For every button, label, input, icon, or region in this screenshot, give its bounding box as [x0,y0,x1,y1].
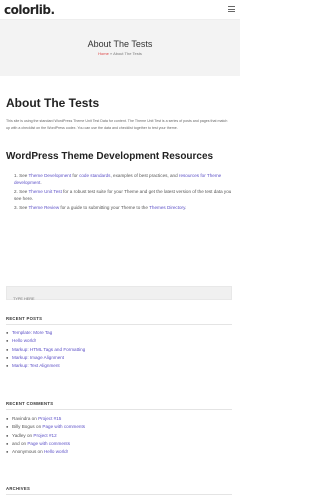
comment-post-link[interactable]: Project #15 [38,416,61,421]
list-text: . [185,205,187,210]
recent-post-link[interactable]: Hello world! [12,338,36,343]
bullet-icon: ● [6,330,9,335]
list-item: ● Template: More Tag [6,329,232,337]
list-item: 3. See Theme Review for a guide to submi… [14,204,232,211]
list-number: 2. [14,189,18,194]
list-item: ● Ravindra on Project #15 [6,415,232,423]
divider [6,494,232,495]
bullet-icon: ● [6,449,9,455]
resources-list: 1. See Theme Development for code standa… [14,172,232,213]
comment-post-link[interactable]: Page with comments [42,424,85,429]
bullet-icon: ● [6,432,9,438]
breadcrumb-home-link[interactable]: Home [98,51,109,56]
theme-review-link[interactable]: Theme Review [29,205,60,210]
search-input[interactable] [7,293,231,305]
list-item: ● Markup: HTML Tags and Formatting [6,346,232,354]
comment-connector: on [36,424,42,430]
list-text: , examples of best practices, and [110,173,179,178]
recent-post-link[interactable]: Markup: HTML Tags and Formatting [12,347,85,352]
comment-connector: on [37,449,43,455]
list-text: See [19,173,29,178]
theme-development-link[interactable]: Theme Development [29,173,72,178]
breadcrumb-current: About The Tests [113,51,142,56]
comment-connector: on [27,432,33,438]
recent-post-link[interactable]: Markup: Text Alignment [12,363,60,368]
bullet-icon: ● [6,346,9,352]
comment-author: Yadley [12,432,26,438]
comment-post-link[interactable]: Hello world! [44,449,68,454]
comment-post-link[interactable]: Page with comments [27,441,70,446]
list-item: ● Yadley on Project #12 [6,432,232,440]
bullet-icon: ● [6,338,9,344]
recent-comments-title: RECENT COMMENTS [6,401,54,406]
breadcrumb: Home » About The Tests [0,51,240,57]
list-number: 1. [14,173,18,178]
recent-post-link[interactable]: Markup: Image Alignment [12,355,64,360]
hamburger-menu-icon[interactable] [228,6,235,12]
bullet-icon: ● [6,440,9,446]
list-item: ● Markup: Image Alignment [6,354,232,362]
list-item: ● Hello world! [6,337,232,345]
list-item: ● Billy Bogus on Page with comments [6,423,232,431]
comment-author: Billy Bogus [12,424,35,430]
list-number: 3. [14,205,18,210]
list-text: See [19,189,29,194]
recent-posts-title: RECENT POSTS [6,316,43,321]
comment-connector: on [20,440,27,446]
code-standards-link[interactable]: code standards [79,173,110,178]
list-text: for a guide to submitting your Theme to … [59,205,150,210]
list-item: ● Anonymous on Hello world! [6,448,232,456]
list-item: ● and on Page with comments [6,440,232,448]
bullet-icon: ● [6,354,9,360]
list-text: . [40,180,42,185]
bullet-icon: ● [6,424,9,430]
bullet-icon: ● [6,416,9,421]
list-item: 2. See Theme Unit Test for a robust test… [14,188,232,202]
archives-title: ARCHIVES [6,486,31,491]
comment-post-link[interactable]: Project #12 [33,433,56,438]
divider [6,324,232,325]
recent-post-link[interactable]: Template: More Tag [12,330,52,335]
comment-author: Ravindra [12,416,31,421]
page-title: About The Tests [6,96,100,110]
section-title: WordPress Theme Development Resources [6,151,214,162]
search-box [6,286,232,305]
comment-connector: on [31,416,37,421]
recent-posts-list: ● Template: More Tag ● Hello world! ● Marku… [6,329,232,370]
hero-title: About The Tests [87,39,153,49]
list-text: for [71,173,80,178]
intro-paragraph: This site is using the standard WordPres… [6,119,228,130]
page-hero: About The Tests Home » About The Tests [0,20,240,76]
divider [6,409,232,410]
bullet-icon: ● [6,363,9,369]
theme-unit-test-link[interactable]: Theme Unit Test [29,189,62,194]
list-item: 1. See Theme Development for code standa… [14,172,232,186]
themes-directory-link[interactable]: Themes Directory [149,205,185,210]
recent-comments-list: ● Ravindra on Project #15 ● Billy Bogus on… [6,415,232,456]
comment-author: Anonymous [12,449,37,455]
list-item: ● Markup: Text Alignment [6,362,232,370]
site-header: colorlib. [0,0,240,20]
list-text: See [19,205,29,210]
comment-author: and [12,440,20,446]
site-logo[interactable]: colorlib. [4,3,55,17]
